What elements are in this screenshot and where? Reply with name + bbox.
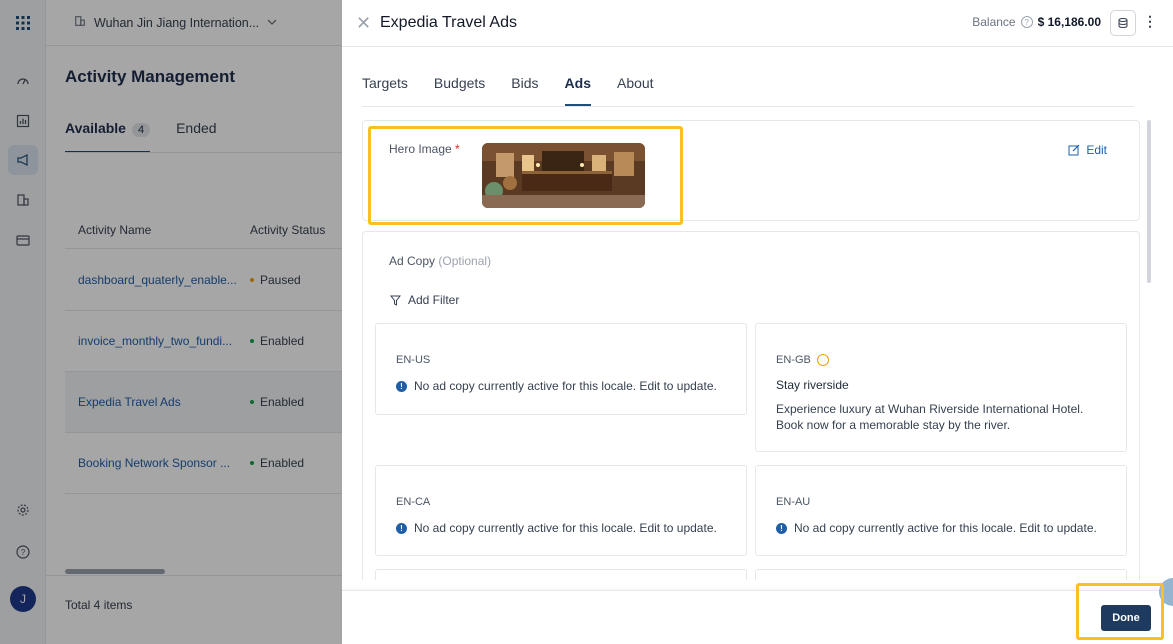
locale-code: EN-CA bbox=[396, 496, 431, 508]
locale-card-en-ca[interactable]: EN-CA ! No ad copy currently active for t… bbox=[375, 465, 747, 556]
locale-code: EN-GB bbox=[776, 354, 829, 366]
drawer-footer: Done bbox=[342, 590, 1173, 644]
balance-value: $ 16,186.00 bbox=[1037, 15, 1101, 29]
locale-card-en-gb[interactable]: EN-GB Stay riverside Experience luxury a… bbox=[755, 323, 1127, 452]
tab-about[interactable]: About bbox=[617, 75, 654, 106]
done-button[interactable]: Done bbox=[1101, 605, 1151, 631]
locale-card[interactable] bbox=[755, 569, 1127, 580]
edit-hero-button[interactable]: Edit bbox=[1068, 143, 1107, 157]
locale-card-en-us[interactable]: EN-US ! No ad copy currently active for t… bbox=[375, 323, 747, 415]
more-options-icon[interactable]: ⋮ bbox=[1143, 13, 1157, 30]
info-icon: ! bbox=[396, 380, 407, 392]
locale-message: ! No ad copy currently active for this lo… bbox=[776, 521, 1097, 535]
warning-icon bbox=[816, 354, 829, 366]
locale-message: ! No ad copy currently active for this lo… bbox=[396, 379, 717, 393]
locale-card-en-au[interactable]: EN-AU ! No ad copy currently active for t… bbox=[755, 465, 1127, 556]
close-icon[interactable]: ✕ bbox=[356, 13, 376, 34]
locale-code: EN-US bbox=[396, 354, 431, 366]
drawer-tabs: Targets Budgets Bids Ads About bbox=[362, 75, 1134, 107]
tab-bids[interactable]: Bids bbox=[511, 75, 538, 106]
database-button[interactable] bbox=[1110, 10, 1136, 36]
add-filter-button[interactable]: Add Filter bbox=[390, 293, 459, 307]
ad-body: Experience luxury at Wuhan Riverside Int… bbox=[776, 402, 1084, 432]
locale-card[interactable] bbox=[375, 569, 747, 580]
info-icon: ! bbox=[776, 522, 787, 534]
hero-image-card: Hero Image * Edit bbox=[362, 120, 1140, 221]
database-icon bbox=[1118, 18, 1128, 28]
ad-copy-label: Ad Copy (Optional) bbox=[389, 254, 492, 268]
hero-image[interactable] bbox=[482, 143, 645, 208]
hero-image-label: Hero Image * bbox=[389, 142, 460, 156]
locale-code: EN-AU bbox=[776, 496, 811, 508]
ad-headline: Stay riverside bbox=[776, 378, 849, 392]
balance-display: Balance ? $ 16,186.00 bbox=[972, 15, 1101, 29]
ads-content: Hero Image * Edit Ad Copy (Optional) Add… bbox=[362, 120, 1140, 580]
edit-icon bbox=[1068, 144, 1080, 156]
tab-targets[interactable]: Targets bbox=[362, 75, 408, 106]
info-icon: ! bbox=[396, 522, 407, 534]
ad-copy-card: Ad Copy (Optional) Add Filter EN-US ! No … bbox=[362, 231, 1140, 580]
activity-drawer: ✕ Expedia Travel Ads Balance ? $ 16,186.… bbox=[342, 0, 1173, 644]
help-icon[interactable]: ? bbox=[1020, 16, 1033, 28]
modal-overlay[interactable] bbox=[0, 0, 342, 644]
tab-budgets[interactable]: Budgets bbox=[434, 75, 485, 106]
filter-icon bbox=[390, 295, 401, 306]
vertical-scrollbar[interactable] bbox=[1147, 120, 1151, 283]
tab-ads[interactable]: Ads bbox=[564, 75, 591, 106]
locale-message: ! No ad copy currently active for this lo… bbox=[396, 521, 717, 535]
drawer-title: Expedia Travel Ads bbox=[380, 14, 517, 31]
